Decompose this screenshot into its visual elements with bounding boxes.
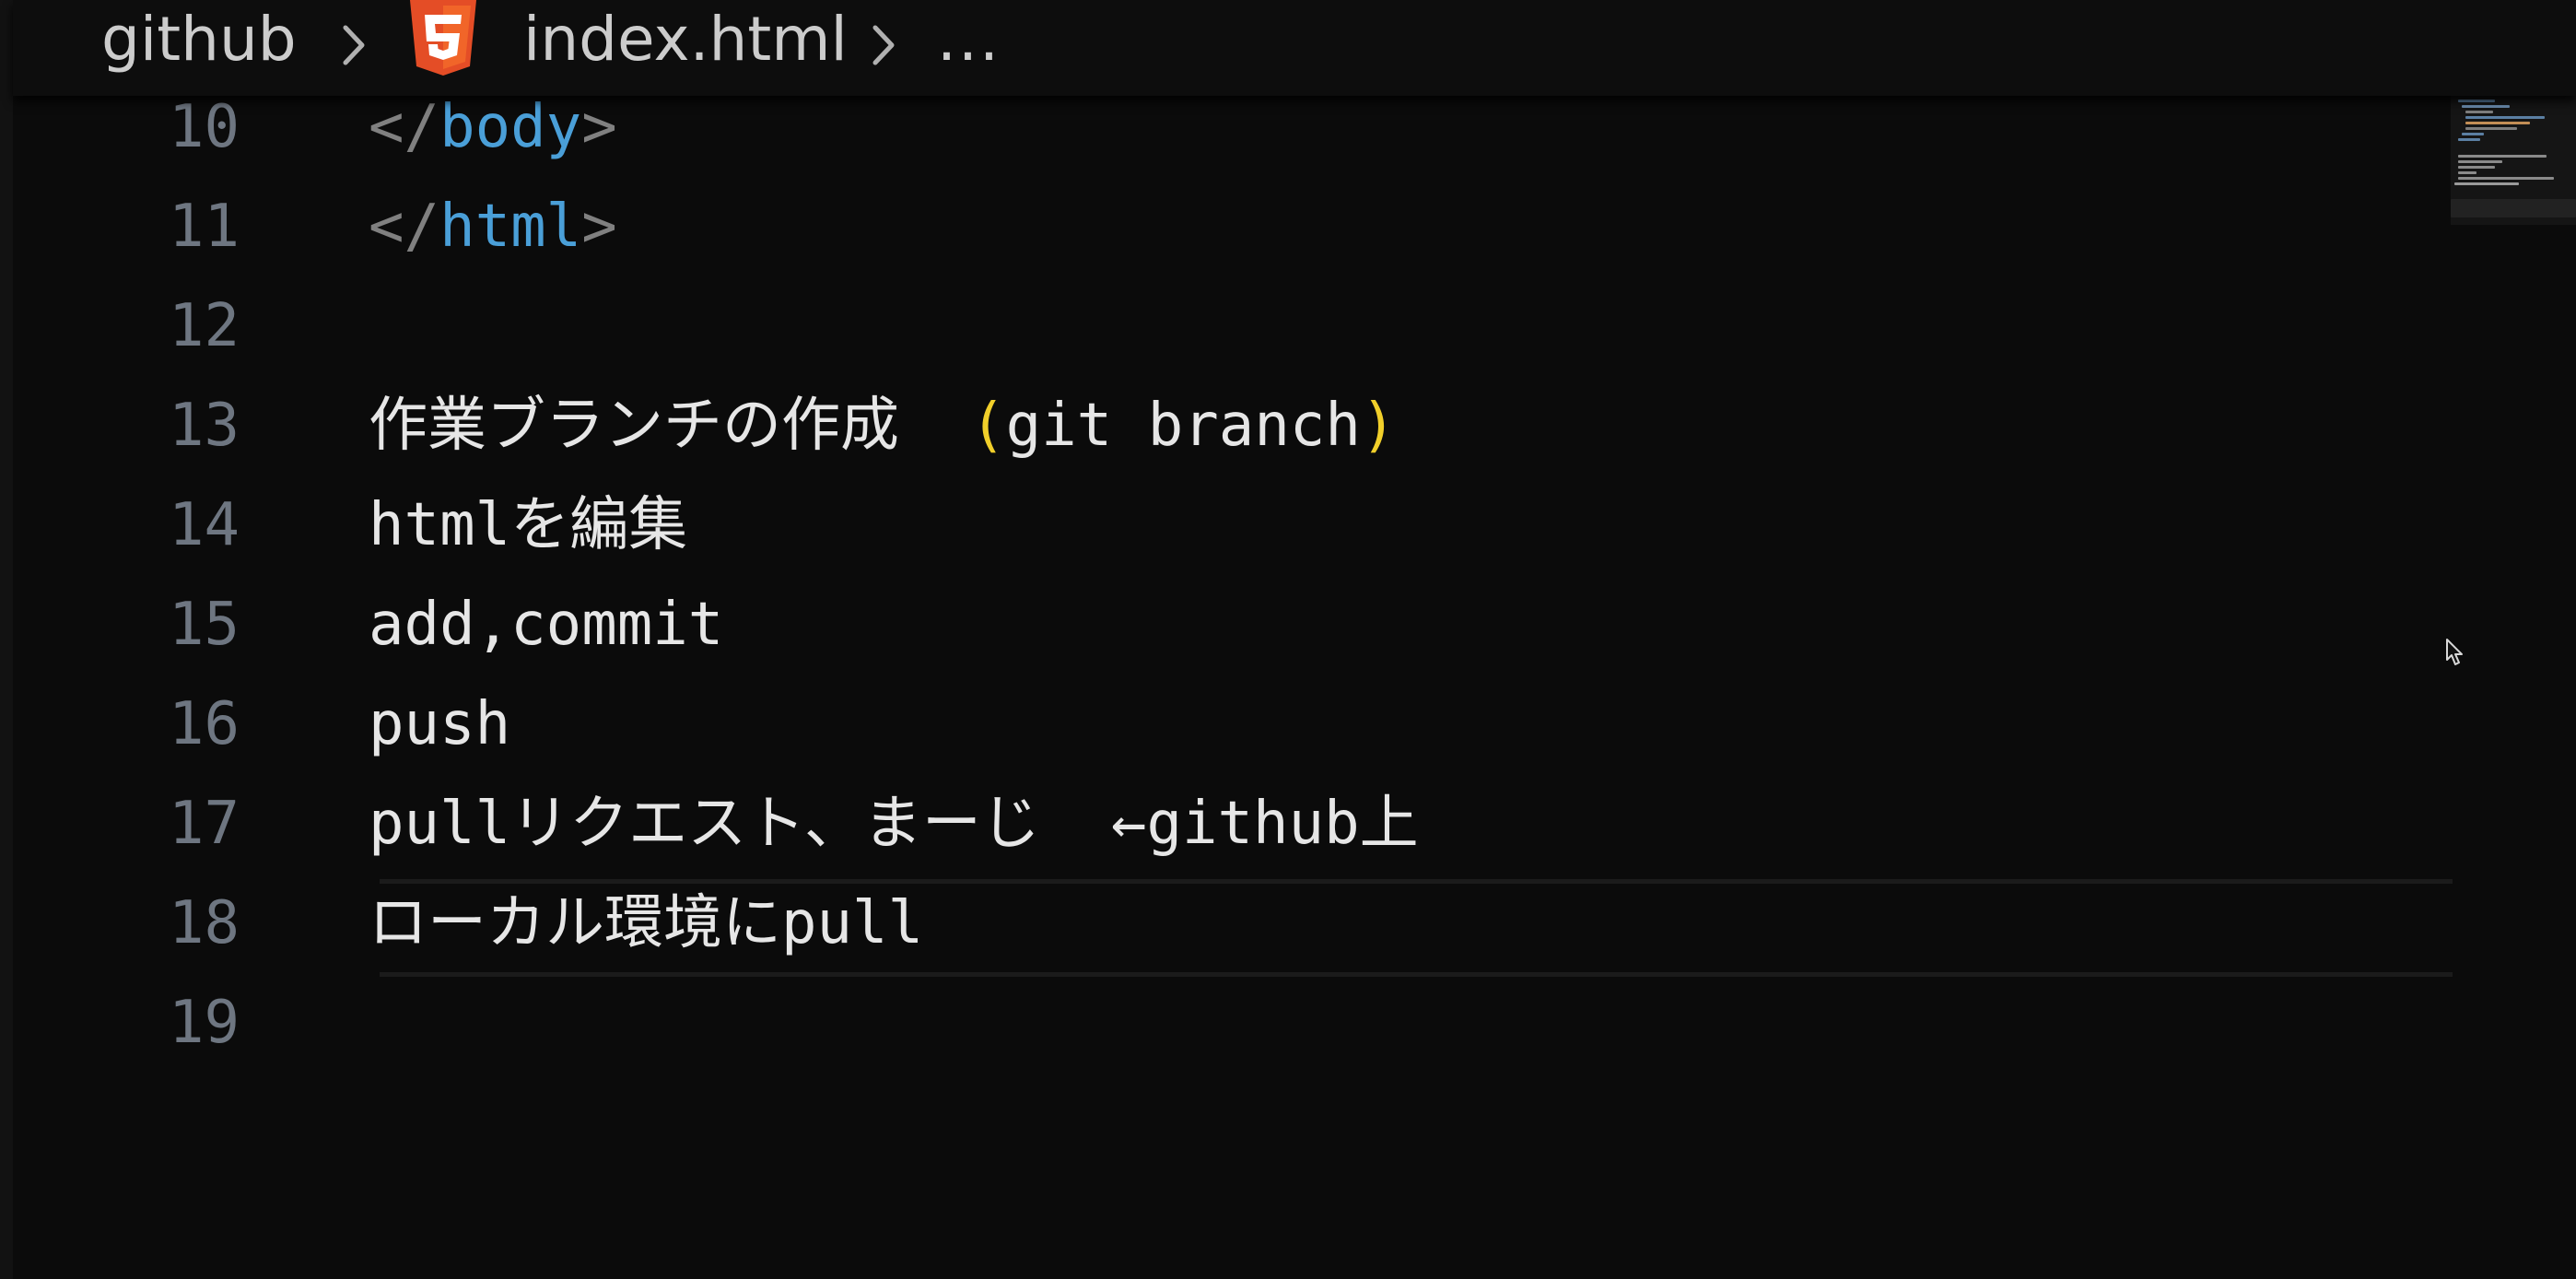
breadcrumb-folder-github[interactable]: github <box>101 7 297 72</box>
minimap[interactable] <box>2445 96 2576 225</box>
minimap-line <box>2458 166 2495 169</box>
minimap-line <box>2458 100 2495 102</box>
minimap-line <box>2462 105 2510 108</box>
tag-bracket-close: > <box>581 93 617 161</box>
code-line-18[interactable]: ローカル環境にpull <box>369 874 923 973</box>
code-line-17[interactable]: pullリクエスト、まーじ ←github上 <box>369 774 1419 874</box>
minimap-line <box>2458 171 2476 174</box>
bracket-open: ( <box>970 392 1006 460</box>
minimap-line <box>2458 155 2547 158</box>
chevron-right-icon <box>343 25 365 65</box>
line-number: 18 <box>168 889 240 957</box>
chevron-right-icon <box>872 25 895 65</box>
line-number: 12 <box>168 292 240 360</box>
line-number: 15 <box>168 591 240 659</box>
tag-bracket-close: > <box>581 193 617 261</box>
window-left-edge <box>0 0 13 1279</box>
line-number: 19 <box>168 989 240 1057</box>
code-text: git branch <box>1005 392 1361 460</box>
minimap-line <box>2465 111 2493 113</box>
mouse-pointer-icon <box>2446 639 2463 665</box>
line-number: 14 <box>168 491 240 559</box>
code-text: 作業ブランチの作成 <box>369 392 971 460</box>
code-line-11[interactable]: </html> <box>369 177 617 276</box>
line-number: 16 <box>168 690 240 758</box>
breadcrumb-symbols-ellipsis[interactable]: ... <box>937 7 1001 72</box>
breadcrumb-file-index-html[interactable]: index.html <box>523 7 848 72</box>
minimap-line <box>2462 133 2484 135</box>
minimap-line <box>2458 138 2480 141</box>
tag-name-body: body <box>439 93 582 161</box>
code-line-13[interactable]: 作業ブランチの作成 (git branch) <box>369 376 1396 475</box>
minimap-line <box>2458 177 2554 180</box>
line-number: 11 <box>168 193 240 261</box>
minimap-line <box>2465 127 2517 130</box>
tag-bracket-open: </ <box>369 93 440 161</box>
html5-icon <box>410 0 476 76</box>
minimap-viewport[interactable] <box>2451 199 2576 217</box>
breadcrumb: github index.html ... <box>13 0 2576 96</box>
code-line-14[interactable]: htmlを編集 <box>369 475 687 575</box>
minimap-line <box>2465 122 2530 124</box>
line-number: 17 <box>168 790 240 858</box>
line-number: 13 <box>168 392 240 460</box>
tag-name-html: html <box>439 193 582 261</box>
code-line-15[interactable]: add,commit <box>369 575 723 675</box>
tag-bracket-open: </ <box>369 193 440 261</box>
bracket-close: ) <box>1360 392 1397 460</box>
minimap-line <box>2454 182 2519 185</box>
code-line-16[interactable]: push <box>369 675 510 774</box>
minimap-line <box>2465 116 2545 119</box>
minimap-line <box>2458 160 2502 163</box>
